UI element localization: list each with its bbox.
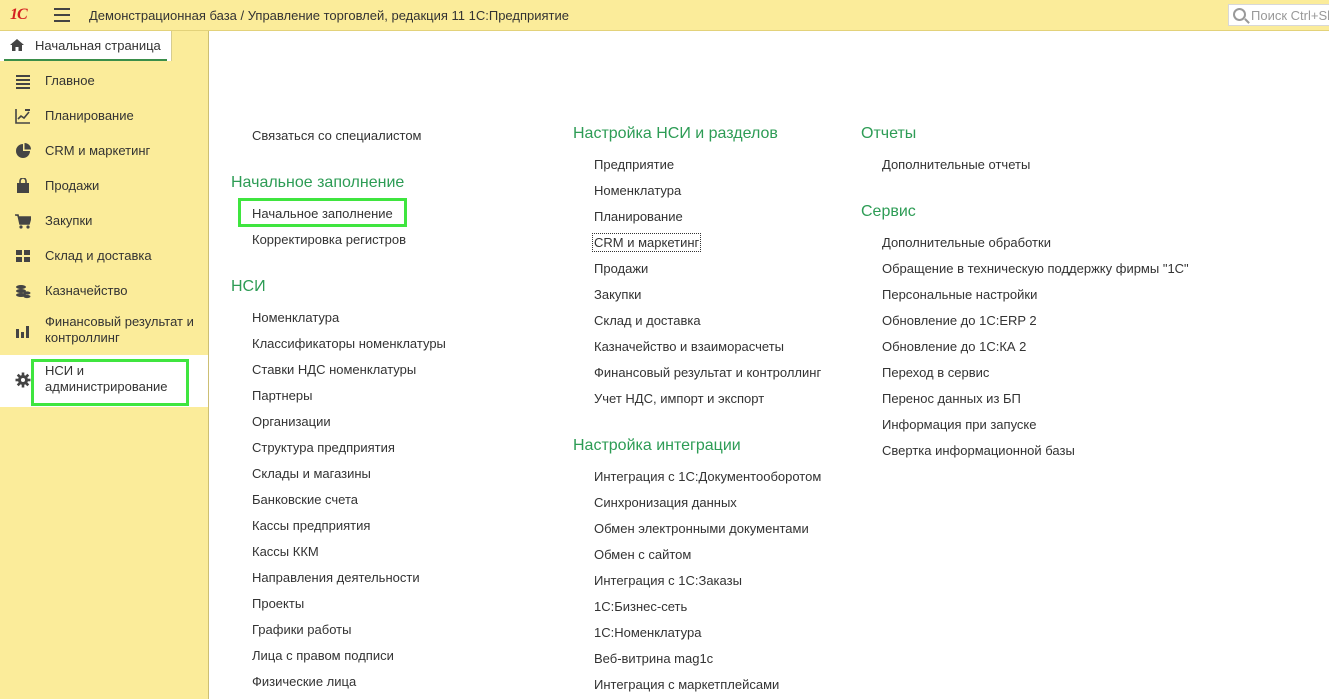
link-item[interactable]: 1С:Номенклатура: [594, 625, 701, 640]
link-item[interactable]: 1С:Бизнес-сеть: [594, 599, 687, 614]
link-item[interactable]: Свертка информационной базы: [882, 443, 1075, 458]
home-icon: [10, 39, 24, 51]
main-content: Связаться со специалистом Начальное запо…: [210, 31, 1329, 699]
sidebar-item-label: Планирование: [45, 108, 134, 123]
sidebar-item-finance[interactable]: Финансовый результат и контроллинг: [0, 308, 208, 355]
link-item[interactable]: Казначейство и взаиморасчеты: [594, 339, 784, 354]
link-item[interactable]: Направления деятельности: [252, 570, 420, 585]
sidebar-item-purchases[interactable]: Закупки: [0, 203, 208, 238]
warehouse-grid-icon: [16, 250, 30, 262]
sidebar-item-label: Главное: [45, 73, 95, 88]
title-bar: 1С Демонстрационная база / Управление то…: [0, 0, 1329, 31]
link-item[interactable]: Банковские счета: [252, 492, 358, 507]
link-item[interactable]: Интеграция с маркетплейсами: [594, 677, 779, 692]
link-item[interactable]: Обмен с сайтом: [594, 547, 691, 562]
group-title: Отчеты: [861, 125, 917, 142]
bar-chart-icon: [16, 326, 29, 338]
group-title: НСИ: [231, 278, 266, 295]
sidebar-item-sales[interactable]: Продажи: [0, 168, 208, 203]
link-item[interactable]: Веб-витрина mag1c: [594, 651, 713, 666]
link-item[interactable]: Склад и доставка: [594, 313, 701, 328]
link-item[interactable]: Обращение в техническую поддержку фирмы …: [882, 261, 1189, 276]
link-item[interactable]: Проекты: [252, 596, 304, 611]
sidebar-item-warehouse[interactable]: Склад и доставка: [0, 238, 208, 273]
sidebar-item-nsi-admin[interactable]: НСИ и администрирование: [0, 355, 208, 407]
sidebar-item-label: CRM и маркетинг: [45, 143, 151, 158]
link-item[interactable]: Интеграция с 1С:Заказы: [594, 573, 742, 588]
sections-nav: Главное Планирование CRM и маркетинг Про…: [0, 63, 208, 407]
sidebar-item-treasury[interactable]: Казначейство: [0, 273, 208, 308]
link-item[interactable]: Склады и магазины: [252, 466, 371, 481]
sidebar-item-planning[interactable]: Планирование: [0, 98, 208, 133]
link-item[interactable]: Дополнительные обработки: [882, 235, 1051, 250]
cart-icon: [15, 214, 31, 229]
app-title: Демонстрационная база / Управление торго…: [89, 8, 569, 23]
link-item[interactable]: Синхронизация данных: [594, 495, 737, 510]
link-item[interactable]: Номенклатура: [252, 310, 339, 325]
link-item[interactable]: Лица с правом подписи: [252, 648, 394, 663]
sections-panel: Начальная страница Главное Планирование: [0, 31, 209, 699]
shopping-bag-icon: [17, 178, 29, 193]
sidebar-item-label: НСИ и администрирование: [45, 363, 168, 394]
link-item[interactable]: Предприятие: [594, 157, 674, 172]
tab-home-label: Начальная страница: [35, 38, 161, 53]
link-item[interactable]: Информация при запуске: [882, 417, 1037, 432]
gear-icon: [15, 372, 31, 388]
active-tab-underline: [4, 59, 167, 61]
search-placeholder: Поиск Ctrl+Shift+F: [1251, 8, 1329, 23]
link-item[interactable]: Физические лица: [252, 674, 356, 689]
sidebar-item-crm[interactable]: CRM и маркетинг: [0, 133, 208, 168]
group-title: Настройка интеграции: [573, 437, 741, 454]
link-item[interactable]: Обновление до 1С:ERP 2: [882, 313, 1037, 328]
link-item[interactable]: Интеграция с 1С:Документооборотом: [594, 469, 821, 484]
link-item[interactable]: Планирование: [594, 209, 683, 224]
link-item[interactable]: Переход в сервис: [882, 365, 989, 380]
link-item[interactable]: Финансовый результат и контроллинг: [594, 365, 821, 380]
link-item[interactable]: Кассы предприятия: [252, 518, 370, 533]
pie-chart-icon: [16, 143, 31, 158]
1c-logo: 1С: [10, 6, 28, 23]
sidebar-item-label: Продажи: [45, 178, 100, 193]
sidebar-item-label: Склад и доставка: [45, 248, 152, 263]
link-item[interactable]: Номенклатура: [594, 183, 681, 198]
group-title: Начальное заполнение: [231, 174, 405, 191]
search-input[interactable]: Поиск Ctrl+Shift+F: [1228, 4, 1329, 26]
coins-icon: [16, 285, 31, 299]
link-item[interactable]: Ставки НДС номенклатуры: [252, 362, 416, 377]
group-title: Настройка НСИ и разделов: [573, 125, 778, 142]
link-contact-specialist[interactable]: Связаться со специалистом: [252, 128, 422, 143]
link-item[interactable]: Персональные настройки: [882, 287, 1037, 302]
link-item[interactable]: Графики работы: [252, 622, 351, 637]
link-item[interactable]: Кассы ККМ: [252, 544, 319, 559]
link-item[interactable]: Классификаторы номенклатуры: [252, 336, 446, 351]
link-item[interactable]: Корректировка регистров: [252, 232, 406, 247]
link-item[interactable]: Организации: [252, 414, 331, 429]
link-item[interactable]: Начальное заполнение: [252, 206, 393, 221]
link-item[interactable]: Обновление до 1С:КА 2: [882, 339, 1026, 354]
link-item[interactable]: Перенос данных из БП: [882, 391, 1021, 406]
link-item[interactable]: Закупки: [594, 287, 641, 302]
menu-lines-icon: [16, 75, 30, 89]
link-item[interactable]: Структура предприятия: [252, 440, 395, 455]
sidebar-item-label: Казначейство: [45, 283, 128, 298]
link-item[interactable]: CRM и маркетинг: [591, 233, 702, 252]
sidebar-item-main[interactable]: Главное: [0, 63, 208, 98]
link-item[interactable]: Партнеры: [252, 388, 312, 403]
search-icon: [1233, 8, 1246, 21]
sidebar-item-label: Закупки: [45, 213, 93, 228]
main-menu-icon[interactable]: [54, 8, 70, 22]
tab-home[interactable]: Начальная страница: [0, 31, 172, 61]
link-item[interactable]: Дополнительные отчеты: [882, 157, 1030, 172]
planning-chart-icon: [15, 109, 30, 124]
group-title: Сервис: [861, 203, 916, 220]
sidebar-item-label: Финансовый результат и контроллинг: [45, 314, 194, 345]
link-item[interactable]: Учет НДС, импорт и экспорт: [594, 391, 764, 406]
link-item[interactable]: Продажи: [594, 261, 648, 276]
link-item[interactable]: Обмен электронными документами: [594, 521, 809, 536]
